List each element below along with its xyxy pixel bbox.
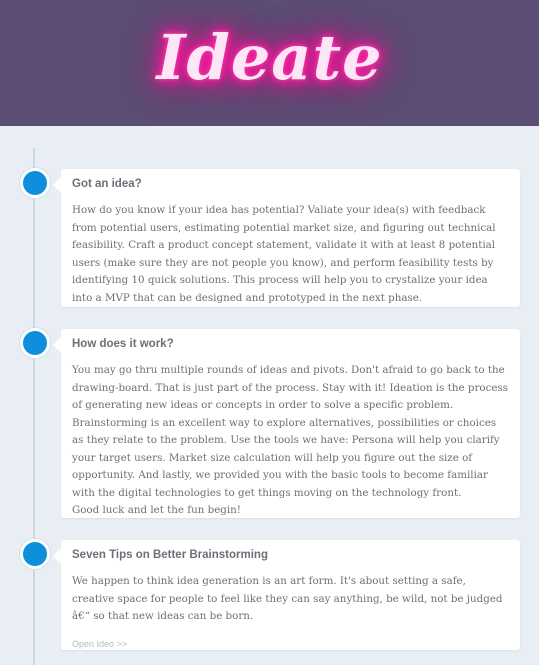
card-pointer	[53, 177, 61, 193]
card-body-closing: Good luck and let the fun begin!	[72, 504, 241, 516]
card-title: Got an idea?	[72, 178, 142, 190]
card-title: Seven Tips on Better Brainstorming	[72, 549, 268, 561]
timeline-line	[33, 148, 35, 665]
timeline-card-brainstorming-tips: Seven Tips on Better Brainstorming We ha…	[61, 540, 520, 650]
card-title: How does it work?	[72, 338, 174, 350]
timeline-dot-icon	[20, 168, 50, 198]
ideate-logo: Ideate	[156, 21, 383, 94]
open-ideo-link[interactable]: Open Ideo >>	[72, 639, 127, 649]
card-pointer	[53, 337, 61, 353]
timeline-card-got-an-idea: Got an idea? How do you know if your ide…	[61, 169, 520, 307]
card-body: You may go thru multiple rounds of ideas…	[72, 364, 509, 499]
timeline-dot-icon	[20, 539, 50, 569]
card-pointer	[53, 548, 61, 564]
timeline-dot-icon	[20, 328, 50, 358]
card-body: We happen to think idea generation is an…	[72, 575, 503, 622]
header-banner: Ideate	[0, 0, 539, 126]
card-body: How do you know if your idea has potenti…	[72, 204, 496, 304]
timeline-card-how-does-it-work: How does it work? You may go thru multip…	[61, 329, 520, 518]
